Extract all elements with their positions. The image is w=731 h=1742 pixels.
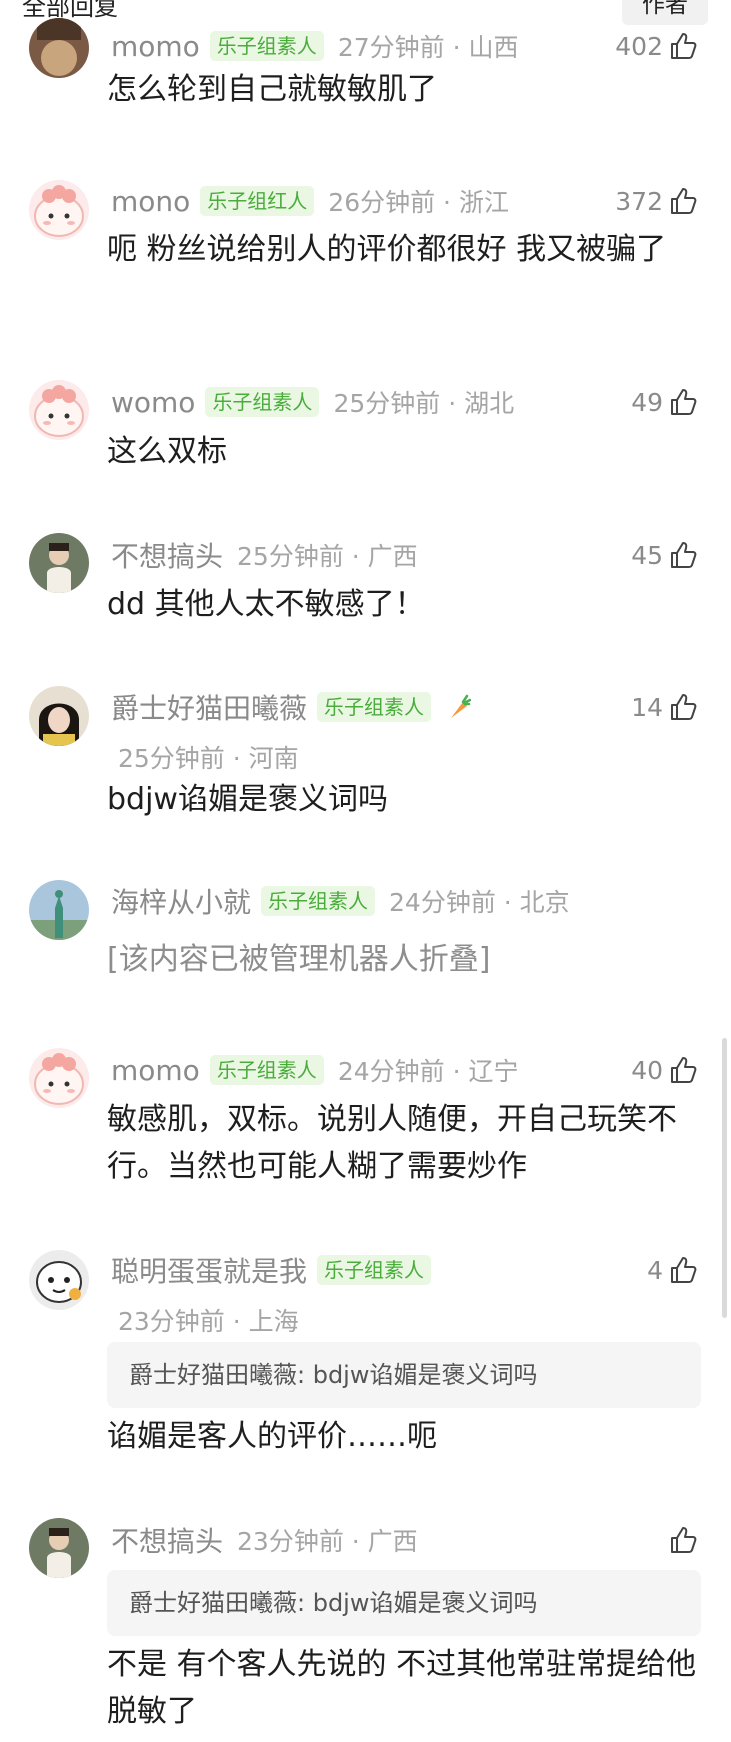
like-button[interactable]: 49 <box>631 382 699 422</box>
thumbs-up-icon <box>671 1527 697 1553</box>
comment-text: 怎么轮到自己就敏敏肌了 <box>107 72 437 107</box>
user-badge: 乐子组素人 <box>261 886 376 916</box>
scrollbar[interactable] <box>722 1038 727 1318</box>
comment-meta: 27分钟前 · 山西 <box>337 33 519 62</box>
comment-text: 这么双标 <box>107 434 227 469</box>
username[interactable]: momo <box>111 1054 200 1087</box>
all-replies-title: 全部回复 <box>22 0 118 21</box>
comment-meta: 25分钟前 · 湖北 <box>333 389 515 418</box>
avatar[interactable] <box>29 1518 89 1578</box>
thumbs-up-icon <box>671 188 697 214</box>
like-count: 40 <box>631 1055 663 1085</box>
thumbs-up-icon <box>671 1057 697 1083</box>
avatar[interactable] <box>29 533 89 593</box>
username[interactable]: mono <box>111 185 190 218</box>
comment-meta: 24分钟前 · 北京 <box>389 888 570 917</box>
quoted-reply[interactable]: 爵士好猫田曦薇: bdjw谄媚是褒义词吗 <box>107 1342 701 1408</box>
avatar[interactable] <box>29 1048 89 1108</box>
like-count: 372 <box>615 186 663 216</box>
like-button[interactable]: 14 <box>631 687 699 727</box>
username[interactable]: 聪明蛋蛋就是我 <box>111 1250 307 1290</box>
avatar[interactable] <box>29 686 89 746</box>
thumbs-up-icon <box>671 33 697 59</box>
like-button[interactable]: 402 <box>615 26 699 66</box>
thumbs-up-icon <box>671 542 697 568</box>
comment-meta: 23分钟前 · 上海 <box>118 1307 299 1336</box>
user-badge: 乐子组素人 <box>209 31 324 61</box>
like-button[interactable]: 372 <box>615 181 699 221</box>
comment-text: bdjw谄媚是褒义词吗 <box>107 782 388 817</box>
user-badge: 乐子组素人 <box>205 387 320 417</box>
like-count: 49 <box>631 387 663 417</box>
folded-comment-notice[interactable]: [该内容已被管理机器人折叠] <box>107 936 702 983</box>
reply-header: 全部回复 作者 <box>0 0 731 26</box>
avatar[interactable] <box>29 380 89 440</box>
like-count: 14 <box>631 692 663 722</box>
username[interactable]: 海梓从小就 <box>111 881 251 921</box>
user-badge: 乐子组素人 <box>317 1255 432 1285</box>
username[interactable]: 爵士好猫田曦薇 <box>111 687 307 727</box>
like-button[interactable]: 40 <box>631 1050 699 1090</box>
comment-text: dd 其他人太不敏感了！ <box>107 587 425 622</box>
like-button[interactable]: 45 <box>631 535 699 575</box>
comment-text: 不是 有个客人先说的 不过其他常驻常提给他脱敏了 <box>107 1647 697 1729</box>
comment-text: 谄媚是客人的评价……呃 <box>107 1419 437 1454</box>
user-badge: 乐子组红人 <box>200 186 315 216</box>
like-count: 45 <box>631 540 663 570</box>
username[interactable]: womo <box>111 386 195 419</box>
like-button[interactable]: 4 <box>647 1250 699 1290</box>
thumbs-up-icon <box>671 1257 697 1283</box>
comment-meta: 25分钟前 · 广西 <box>237 542 418 571</box>
username[interactable]: momo <box>111 30 200 63</box>
comment-text: 呃 粉丝说给别人的评价都很好 我又被骗了 <box>107 232 667 267</box>
avatar[interactable] <box>29 18 89 78</box>
user-badge: 乐子组素人 <box>209 1055 324 1085</box>
like-count: 402 <box>615 31 663 61</box>
comment-meta: 23分钟前 · 广西 <box>237 1527 418 1556</box>
thumbs-up-icon <box>671 694 697 720</box>
comment-meta: 24分钟前 · 辽宁 <box>337 1057 519 1086</box>
carrot-icon <box>451 694 472 718</box>
avatar[interactable] <box>29 880 89 940</box>
author-filter-tab[interactable]: 作者 <box>622 0 708 25</box>
username[interactable]: 不想搞头 <box>111 535 223 575</box>
like-count: 4 <box>647 1255 663 1285</box>
avatar[interactable] <box>29 180 89 240</box>
thumbs-up-icon <box>671 389 697 415</box>
avatar[interactable] <box>29 1250 89 1310</box>
username[interactable]: 不想搞头 <box>111 1520 223 1560</box>
quoted-reply[interactable]: 爵士好猫田曦薇: bdjw谄媚是褒义词吗 <box>107 1570 701 1636</box>
user-badge: 乐子组素人 <box>317 692 432 722</box>
comment-text: 敏感肌，双标。说别人随便，开自己玩笑不行。当然也可能人糊了需要炒作 <box>107 1102 677 1184</box>
like-button[interactable] <box>663 1520 699 1560</box>
comment-meta: 26分钟前 · 浙江 <box>328 188 509 217</box>
comment-meta: 25分钟前 · 河南 <box>118 744 299 773</box>
